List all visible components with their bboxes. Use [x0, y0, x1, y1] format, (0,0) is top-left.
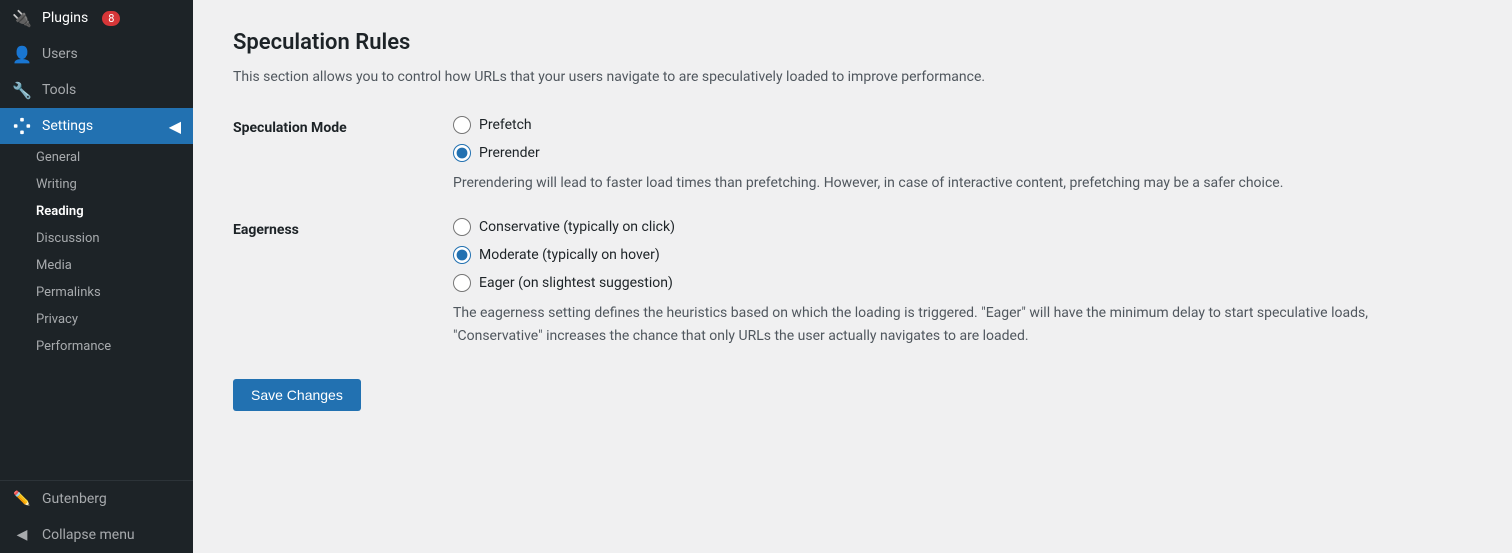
conservative-radio[interactable] — [453, 218, 471, 236]
eagerness-label: Eagerness — [233, 218, 453, 347]
collapse-label: Collapse menu — [42, 527, 135, 543]
plugins-icon: 🔌 — [12, 8, 32, 28]
prerender-option[interactable]: Prerender — [453, 144, 1472, 162]
gutenberg-icon: ✏️ — [12, 489, 32, 509]
page-title: Speculation Rules — [233, 30, 1472, 55]
eager-radio[interactable] — [453, 274, 471, 292]
sidebar: 🔌 Plugins 8 👤 Users 🔧 Tools Settings ◀ G… — [0, 0, 193, 553]
settings-submenu: General Writing Reading Discussion Media… — [0, 144, 193, 360]
sidebar-item-performance[interactable]: Performance — [0, 333, 193, 360]
sidebar-item-users[interactable]: 👤 Users — [0, 36, 193, 72]
sidebar-item-collapse[interactable]: ◀ Collapse menu — [0, 517, 193, 553]
speculation-mode-control: Prefetch Prerender Prerendering will lea… — [453, 116, 1472, 194]
settings-icon — [12, 116, 32, 136]
moderate-option[interactable]: Moderate (typically on hover) — [453, 246, 1472, 264]
users-icon: 👤 — [12, 44, 32, 64]
eagerness-control: Conservative (typically on click) Modera… — [453, 218, 1472, 347]
settings-label: Settings — [42, 118, 93, 134]
tools-label: Tools — [42, 82, 76, 98]
main-content: Speculation Rules This section allows yo… — [193, 0, 1512, 553]
moderate-radio[interactable] — [453, 246, 471, 264]
prefetch-radio[interactable] — [453, 116, 471, 134]
sidebar-item-plugins[interactable]: 🔌 Plugins 8 — [0, 0, 193, 36]
plugins-label: Plugins — [42, 10, 88, 26]
conservative-option[interactable]: Conservative (typically on click) — [453, 218, 1472, 236]
eagerness-hint: The eagerness setting defines the heuris… — [453, 302, 1413, 347]
form-actions: Save Changes — [233, 371, 1472, 411]
sidebar-item-privacy[interactable]: Privacy — [0, 306, 193, 333]
conservative-label: Conservative (typically on click) — [479, 219, 675, 235]
prefetch-option[interactable]: Prefetch — [453, 116, 1472, 134]
sidebar-item-writing[interactable]: Writing — [0, 171, 193, 198]
speculation-mode-row: Speculation Mode Prefetch Prerender Prer… — [233, 116, 1472, 194]
sidebar-item-reading[interactable]: Reading — [0, 198, 193, 225]
save-changes-button[interactable]: Save Changes — [233, 379, 361, 411]
sidebar-item-tools[interactable]: 🔧 Tools — [0, 72, 193, 108]
eager-label: Eager (on slightest suggestion) — [479, 275, 673, 291]
collapse-icon: ◀ — [12, 525, 32, 545]
prerender-radio[interactable] — [453, 144, 471, 162]
speculation-mode-label: Speculation Mode — [233, 116, 453, 194]
moderate-label: Moderate (typically on hover) — [479, 247, 660, 263]
eager-option[interactable]: Eager (on slightest suggestion) — [453, 274, 1472, 292]
prerender-label: Prerender — [479, 145, 540, 161]
prefetch-label: Prefetch — [479, 117, 532, 133]
page-description: This section allows you to control how U… — [233, 67, 1472, 88]
sidebar-item-gutenberg[interactable]: ✏️ Gutenberg — [0, 481, 193, 517]
sidebar-item-media[interactable]: Media — [0, 252, 193, 279]
sidebar-item-settings[interactable]: Settings ◀ — [0, 108, 193, 144]
sidebar-item-general[interactable]: General — [0, 144, 193, 171]
plugins-badge: 8 — [102, 11, 120, 26]
sidebar-item-discussion[interactable]: Discussion — [0, 225, 193, 252]
eagerness-row: Eagerness Conservative (typically on cli… — [233, 218, 1472, 347]
sidebar-item-permalinks[interactable]: Permalinks — [0, 279, 193, 306]
tools-icon: 🔧 — [12, 80, 32, 100]
settings-arrow: ◀ — [169, 117, 181, 136]
speculation-mode-hint: Prerendering will lead to faster load ti… — [453, 172, 1413, 194]
sidebar-bottom: ✏️ Gutenberg ◀ Collapse menu — [0, 480, 193, 553]
users-label: Users — [42, 46, 78, 62]
gutenberg-label: Gutenberg — [42, 491, 107, 507]
